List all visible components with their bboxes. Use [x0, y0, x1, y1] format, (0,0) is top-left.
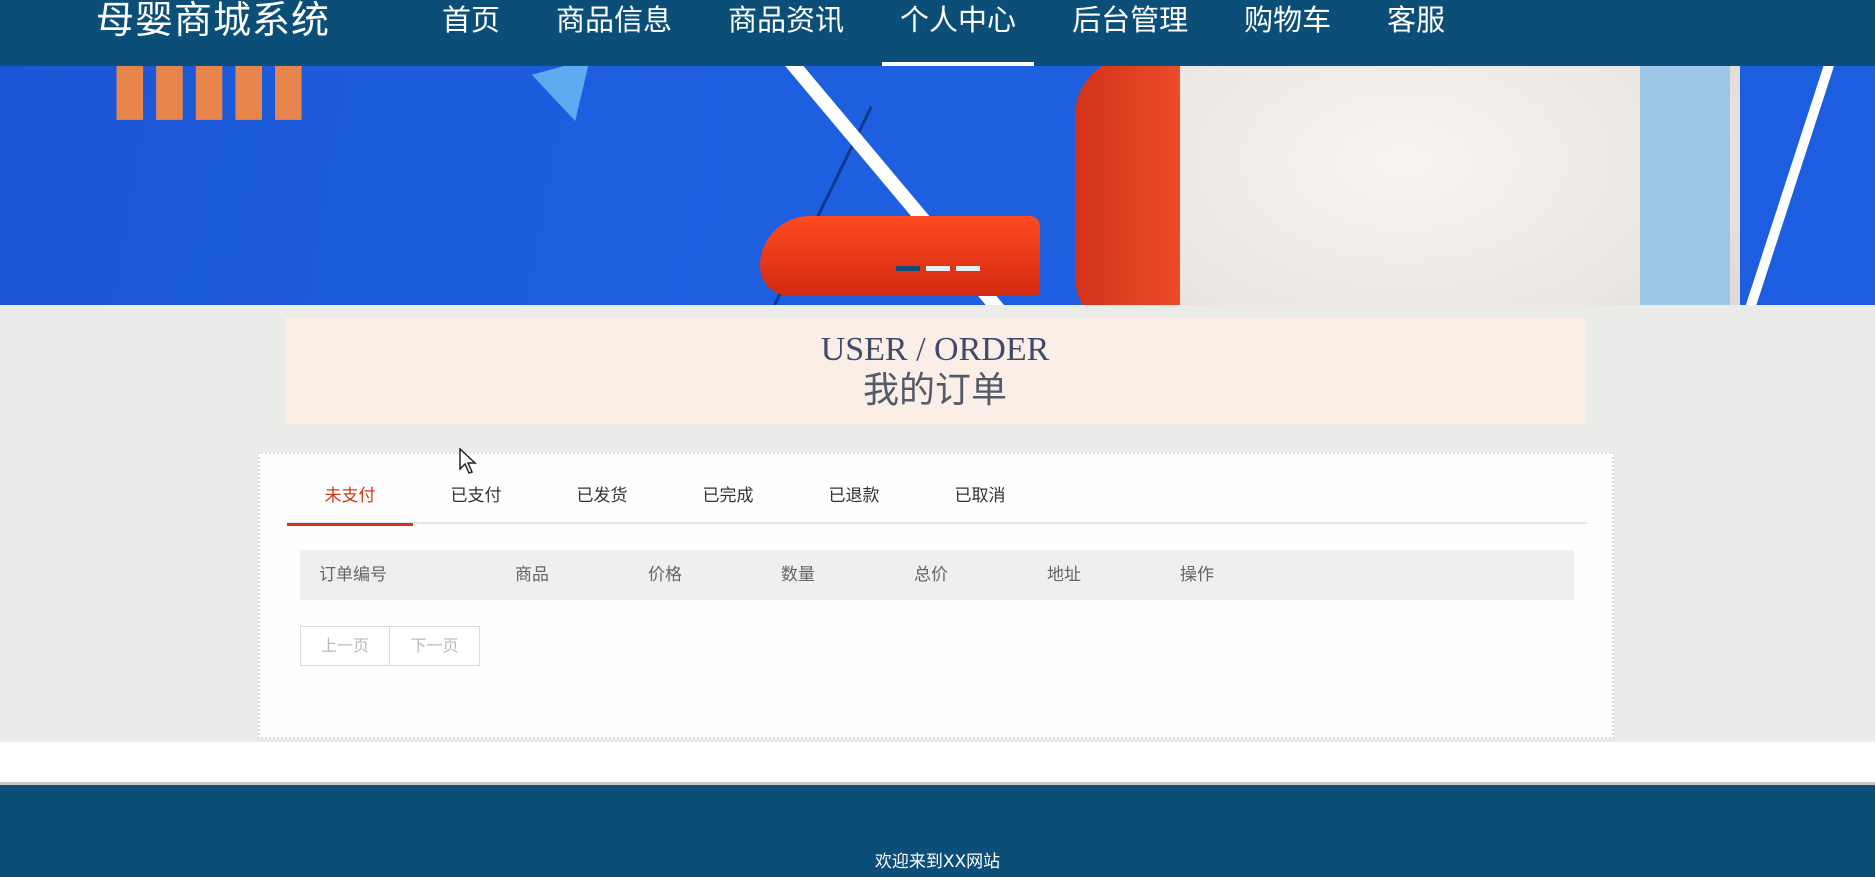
- carousel-dot[interactable]: [926, 266, 950, 271]
- nav-item-profile[interactable]: 个人中心: [882, 0, 1035, 66]
- tab-cancelled[interactable]: 已取消: [917, 454, 1043, 524]
- nav-item-label: 客服: [1387, 3, 1446, 37]
- order-status-tabs: 未支付 已支付 已发货 已完成 已退款 已取消: [287, 454, 1587, 526]
- nav-item-home[interactable]: 首页: [424, 0, 518, 66]
- carousel-indicators: [896, 266, 980, 271]
- banner-triangle-decor: [531, 66, 605, 129]
- nav-item-label: 首页: [442, 3, 501, 37]
- next-page-button[interactable]: 下一页: [390, 626, 480, 666]
- nav-item-cart[interactable]: 购物车: [1226, 0, 1349, 66]
- page-title-box: USER / ORDER 我的订单: [285, 318, 1585, 424]
- pagination: 上一页 下一页: [300, 626, 480, 666]
- tab-completed[interactable]: 已完成: [665, 454, 791, 524]
- site-brand[interactable]: 母婴商城系统: [96, 0, 330, 40]
- nav-item-label: 购物车: [1244, 3, 1332, 37]
- tab-unpaid[interactable]: 未支付: [287, 454, 413, 526]
- mouse-cursor-icon: [459, 448, 477, 474]
- footer-text: 欢迎来到XX网站: [874, 852, 1001, 872]
- top-nav: 母婴商城系统 首页 商品信息 商品资讯 个人中心 后台管理 购物车 客服: [0, 0, 1875, 66]
- footer: 欢迎来到XX网站: [0, 782, 1875, 877]
- banner-line-decor: [1731, 66, 1840, 305]
- carousel-dot[interactable]: [956, 266, 980, 271]
- column-header-action: 操作: [1180, 565, 1214, 585]
- order-panel: 未支付 已支付 已发货 已完成 已退款 已取消 订单编号 商品 价格 数量 总价…: [258, 452, 1614, 739]
- banner-shoe-image: [760, 216, 1040, 296]
- nav-item-label: 商品信息: [556, 3, 673, 37]
- page-title-cn: 我的订单: [862, 370, 1007, 411]
- carousel-dot[interactable]: [896, 266, 920, 271]
- tab-shipped[interactable]: 已发货: [539, 454, 665, 524]
- column-header-total: 总价: [914, 565, 948, 585]
- nav-item-service[interactable]: 客服: [1369, 0, 1463, 66]
- banner-model-sleeve: [1640, 66, 1730, 305]
- nav-item-label: 后台管理: [1072, 3, 1189, 37]
- page-title-en: USER / ORDER: [820, 331, 1050, 368]
- column-header-quantity: 数量: [781, 565, 815, 585]
- nav-item-products[interactable]: 商品信息: [538, 0, 690, 66]
- tab-refunded[interactable]: 已退款: [791, 454, 917, 524]
- nav-item-admin[interactable]: 后台管理: [1054, 0, 1206, 66]
- nav-item-news[interactable]: 商品资讯: [710, 0, 862, 66]
- order-table-header: 订单编号 商品 价格 数量 总价 地址 操作: [300, 550, 1574, 600]
- nav-item-label: 个人中心: [900, 3, 1017, 37]
- banner-slogan-graphic: ▮▮▮▮▮: [110, 66, 309, 128]
- banner-carousel[interactable]: ▮▮▮▮▮: [0, 66, 1875, 305]
- footer-spacer: [0, 742, 1875, 782]
- column-header-address: 地址: [1047, 565, 1081, 585]
- prev-page-button[interactable]: 上一页: [300, 626, 390, 666]
- nav-item-label: 商品资讯: [728, 3, 845, 37]
- column-header-order-no: 订单编号: [319, 565, 387, 585]
- main-menu: 首页 商品信息 商品资讯 个人中心 后台管理 购物车 客服: [424, 0, 1483, 66]
- column-header-price: 价格: [648, 565, 682, 585]
- column-header-product: 商品: [515, 565, 549, 585]
